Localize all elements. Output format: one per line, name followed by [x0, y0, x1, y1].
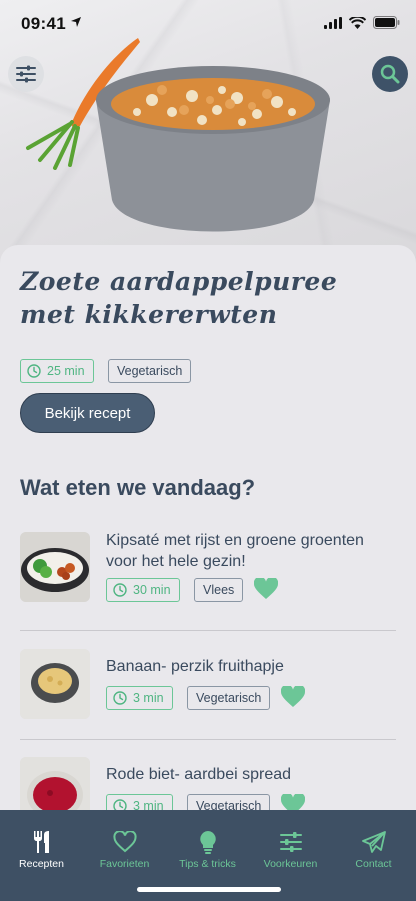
tab-voorkeuren[interactable]: Voorkeuren: [249, 810, 332, 870]
recipe-time-tag: 30 min: [106, 578, 180, 602]
recipe-thumbnail: [20, 532, 90, 602]
recipe-title: Kipsaté met rijst en groene groenten voo…: [106, 532, 364, 570]
home-indicator: [137, 887, 281, 892]
tab-label: Recepten: [19, 858, 64, 870]
recipe-time-tag: 3 min: [106, 686, 173, 710]
recipe-thumbnail: [20, 649, 90, 719]
favorite-heart-icon[interactable]: [254, 578, 278, 600]
divider: [20, 739, 396, 740]
filter-button[interactable]: [8, 56, 44, 92]
featured-time-label: 25 min: [47, 364, 85, 378]
clock-icon: [113, 583, 127, 597]
search-icon: [380, 64, 400, 84]
featured-category-label: Vegetarisch: [117, 364, 183, 378]
search-button[interactable]: [372, 56, 408, 92]
recipe-category-tag: Vegetarisch: [187, 686, 271, 710]
recipe-title: Rode biet- aardbei spread: [106, 766, 292, 783]
tab-label: Favorieten: [99, 858, 150, 870]
fruit-puree-image: [20, 649, 90, 719]
lightbulb-icon: [199, 831, 216, 854]
heart-icon: [112, 831, 137, 853]
tab-label: Tips & tricks: [179, 858, 236, 870]
content-card: Zoete aardappelpuree met kikkererwten 25…: [0, 245, 416, 845]
fork-knife-icon: [33, 831, 49, 853]
bottom-tab-bar: Recepten Favorieten Tips & tricks Voorke…: [0, 810, 416, 901]
sliders-icon: [279, 832, 302, 852]
cellular-signal-icon: [324, 16, 342, 29]
bowl-illustration: [96, 66, 330, 232]
status-time: 09:41: [21, 14, 66, 33]
recipe-title: Banaan- perzik fruithapje: [106, 658, 284, 675]
view-recipe-button[interactable]: Bekijk recept: [20, 393, 155, 433]
satay-dish-image: [20, 532, 90, 602]
featured-category-tag: Vegetarisch: [108, 359, 192, 383]
sliders-icon: [16, 65, 36, 83]
tab-favorieten[interactable]: Favorieten: [83, 810, 166, 870]
recipe-list-item[interactable]: Banaan- perzik fruithapje 3 min Vegetari…: [0, 647, 416, 755]
clock-icon: [27, 364, 41, 378]
tab-contact[interactable]: Contact: [332, 810, 415, 870]
status-bar: 09:41: [0, 0, 416, 50]
tab-label: Contact: [355, 858, 392, 870]
wifi-icon: [349, 16, 366, 29]
tab-tips-tricks[interactable]: Tips & tricks: [166, 810, 249, 870]
hero-image: 09:41: [0, 0, 416, 270]
tab-recepten[interactable]: Recepten: [0, 810, 83, 870]
recipe-time-label: 30 min: [133, 583, 171, 597]
location-arrow-icon: [71, 17, 81, 27]
recipe-list-item[interactable]: Kipsaté met rijst en groene groenten voo…: [0, 530, 416, 638]
favorite-heart-icon[interactable]: [281, 686, 305, 708]
recipe-time-label: 3 min: [133, 691, 164, 705]
recipe-category-label: Vegetarisch: [196, 691, 262, 705]
tab-label: Voorkeuren: [263, 858, 318, 870]
recipe-category-label: Vlees: [203, 583, 235, 597]
clock-icon: [113, 691, 127, 705]
featured-time-tag: 25 min: [20, 359, 94, 383]
paper-plane-icon: [361, 831, 386, 853]
featured-recipe-title[interactable]: Zoete aardappelpuree met kikkererwten: [20, 265, 390, 331]
battery-icon: [373, 16, 400, 29]
recipe-category-tag: Vlees: [194, 578, 244, 602]
section-title: Wat eten we vandaag?: [20, 475, 256, 500]
divider: [20, 630, 396, 631]
